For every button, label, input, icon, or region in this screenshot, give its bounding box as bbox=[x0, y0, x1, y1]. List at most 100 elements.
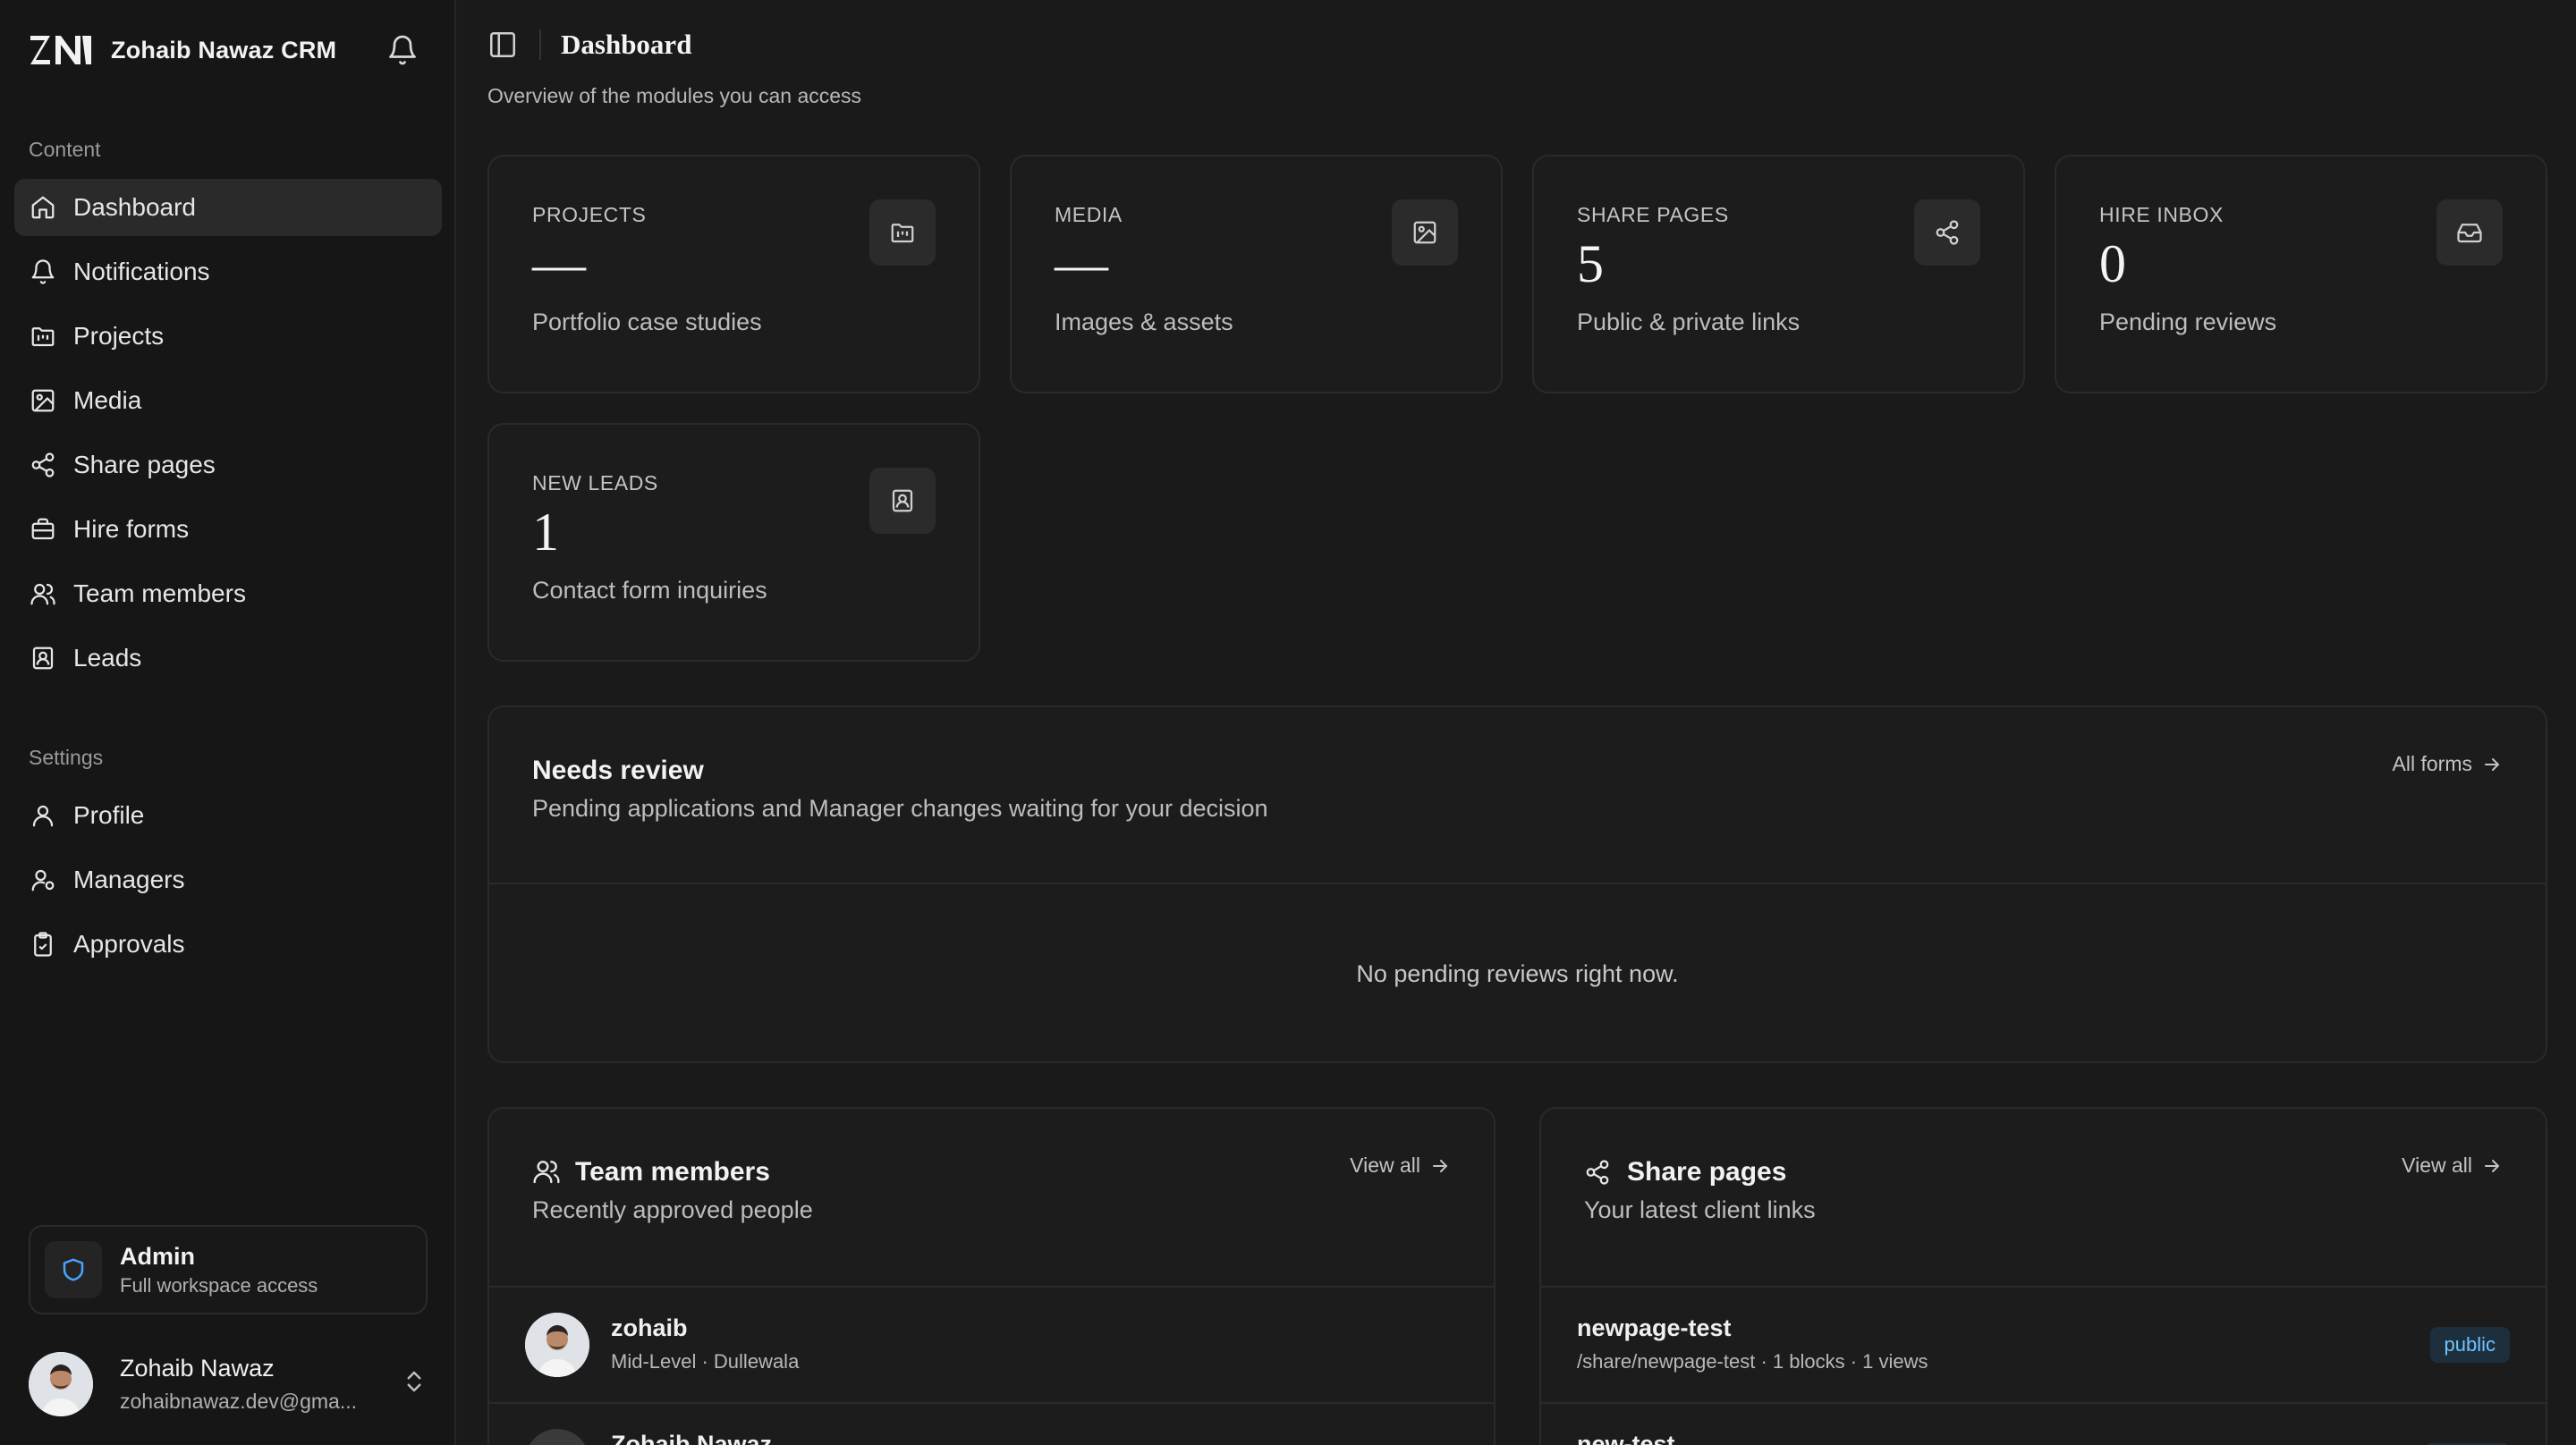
sidebar-item-team-members[interactable]: Team members bbox=[14, 565, 442, 622]
folder-kanban-icon bbox=[29, 322, 57, 351]
sidebar-item-notifications[interactable]: Notifications bbox=[14, 243, 442, 300]
arrow-right-icon bbox=[1433, 1159, 1448, 1172]
sidebar-item-label: Approvals bbox=[73, 930, 185, 958]
needs-review-subtitle: Pending applications and Manager changes… bbox=[532, 795, 1268, 822]
inbox-icon bbox=[2436, 199, 2503, 266]
stat-card-hire-inbox[interactable]: HIRE INBOX 0 Pending reviews bbox=[2055, 155, 2547, 393]
sidebar-item-dashboard[interactable]: Dashboard bbox=[14, 179, 442, 236]
empty-state-message: No pending reviews right now. bbox=[1356, 960, 1679, 987]
user-icon bbox=[29, 801, 57, 830]
list-item[interactable]: new-test bbox=[1541, 1404, 2546, 1445]
share-page-name: new-test bbox=[1577, 1431, 1675, 1445]
sidebar-toggle-button[interactable] bbox=[487, 30, 518, 60]
share-icon bbox=[1586, 1160, 1609, 1185]
sidebar: Zohaib Nawaz CRM Content Dashboard Notif… bbox=[0, 0, 456, 1445]
share-icon bbox=[29, 451, 57, 479]
sidebar-item-label: Profile bbox=[73, 801, 145, 829]
user-menu[interactable]: Zohaib Nawaz zohaibnawaz.dev@gma... bbox=[29, 1350, 428, 1418]
sidebar-item-label: Team members bbox=[73, 579, 246, 607]
stat-description: Pending reviews bbox=[2099, 308, 2277, 335]
arrow-right-icon bbox=[2485, 757, 2500, 771]
sidebar-item-share-pages[interactable]: Share pages bbox=[14, 436, 442, 494]
bell-icon bbox=[29, 258, 57, 286]
stat-description: Portfolio case studies bbox=[532, 308, 762, 335]
shield-icon bbox=[45, 1241, 102, 1298]
team-members-subtitle: Recently approved people bbox=[532, 1196, 813, 1223]
stat-card-projects[interactable]: PROJECTS — Portfolio case studies bbox=[487, 155, 980, 393]
sidebar-item-label: Projects bbox=[73, 322, 165, 350]
stat-description: Contact form inquiries bbox=[532, 577, 767, 604]
arrow-right-icon bbox=[2485, 1159, 2500, 1172]
sidebar-item-projects[interactable]: Projects bbox=[14, 308, 442, 365]
sidebar-item-label: Managers bbox=[73, 866, 185, 893]
home-icon bbox=[29, 193, 57, 222]
sidebar-item-label: Leads bbox=[73, 644, 142, 672]
content-nav: Dashboard Notifications Projects Media S… bbox=[14, 179, 442, 694]
avatar bbox=[525, 1313, 589, 1377]
view-all-share-pages-link[interactable]: View all bbox=[2402, 1153, 2503, 1178]
role-card: Admin Full workspace access bbox=[29, 1225, 428, 1314]
brand[interactable]: Zohaib Nawaz CRM bbox=[29, 30, 336, 70]
needs-review-title: Needs review bbox=[532, 756, 704, 785]
image-icon bbox=[29, 386, 57, 415]
brand-name: Zohaib Nawaz CRM bbox=[111, 36, 337, 63]
stat-label: HIRE INBOX bbox=[2099, 203, 2224, 226]
avatar bbox=[525, 1429, 589, 1445]
sidebar-item-label: Hire forms bbox=[73, 515, 190, 543]
divider bbox=[489, 883, 2546, 884]
contact-icon bbox=[29, 644, 57, 672]
stat-card-media[interactable]: MEDIA — Images & assets bbox=[1010, 155, 1503, 393]
link-label: View all bbox=[1350, 1153, 1420, 1177]
role-subtitle: Full workspace access bbox=[120, 1273, 318, 1297]
link-label: View all bbox=[2402, 1153, 2472, 1177]
notifications-button[interactable] bbox=[383, 30, 422, 70]
users-icon bbox=[533, 1161, 560, 1184]
sidebar-item-profile[interactable]: Profile bbox=[14, 787, 442, 844]
list-item[interactable]: zohaib Mid-Level · Dullewala bbox=[489, 1288, 1494, 1402]
stat-card-share-pages[interactable]: SHARE PAGES 5 Public & private links bbox=[1532, 155, 2025, 393]
sidebar-item-media[interactable]: Media bbox=[14, 372, 442, 429]
role-title: Admin bbox=[120, 1242, 195, 1270]
stat-value: 5 bbox=[1577, 234, 1604, 293]
stat-value: 0 bbox=[2099, 234, 2126, 293]
sidebar-item-managers[interactable]: Managers bbox=[14, 851, 442, 908]
stat-label: NEW LEADS bbox=[532, 471, 658, 494]
contact-icon bbox=[869, 468, 936, 534]
share-page-meta: /share/newpage-test · 1 blocks · 1 views bbox=[1577, 1350, 1928, 1373]
image-icon bbox=[1392, 199, 1458, 266]
sidebar-item-leads[interactable]: Leads bbox=[14, 630, 442, 687]
stat-card-new-leads[interactable]: NEW LEADS 1 Contact form inquiries bbox=[487, 423, 980, 662]
list-item[interactable]: newpage-test /share/newpage-test · 1 blo… bbox=[1541, 1288, 2546, 1402]
list-item[interactable]: Zohaib Nawaz bbox=[489, 1404, 1494, 1445]
user-cog-icon bbox=[29, 866, 57, 894]
share-pages-panel: Share pages Your latest client links Vie… bbox=[1539, 1107, 2547, 1445]
settings-section-label: Settings bbox=[29, 746, 104, 769]
brand-logo bbox=[30, 36, 91, 64]
clipboard-check-icon bbox=[29, 930, 57, 959]
page-subtitle: Overview of the modules you can access bbox=[487, 84, 862, 107]
sidebar-item-label: Media bbox=[73, 386, 142, 414]
share-page-name: newpage-test bbox=[1577, 1314, 1732, 1341]
stat-label: PROJECTS bbox=[532, 203, 647, 226]
panel-left-icon bbox=[489, 31, 516, 58]
sidebar-item-approvals[interactable]: Approvals bbox=[14, 916, 442, 973]
topbar-divider bbox=[539, 30, 541, 60]
settings-nav: Profile Managers Approvals bbox=[14, 787, 442, 980]
stat-value: — bbox=[1055, 234, 1108, 293]
share-pages-title: Share pages bbox=[1627, 1157, 1787, 1187]
topbar: Dashboard bbox=[487, 25, 691, 64]
stat-description: Public & private links bbox=[1577, 308, 1801, 335]
view-all-team-link[interactable]: View all bbox=[1350, 1153, 1451, 1178]
member-name: zohaib bbox=[611, 1314, 688, 1341]
status-badge: public bbox=[2429, 1327, 2510, 1363]
share-icon bbox=[1914, 199, 1980, 266]
bell-icon bbox=[389, 35, 416, 65]
link-label: All forms bbox=[2392, 752, 2472, 775]
briefcase-icon bbox=[29, 515, 57, 544]
chevrons-up-down-icon bbox=[407, 1371, 421, 1392]
users-icon bbox=[29, 579, 57, 608]
sidebar-item-hire-forms[interactable]: Hire forms bbox=[14, 501, 442, 558]
sidebar-item-label: Share pages bbox=[73, 451, 216, 478]
stat-value: — bbox=[532, 234, 586, 293]
all-forms-link[interactable]: All forms bbox=[2393, 752, 2503, 776]
